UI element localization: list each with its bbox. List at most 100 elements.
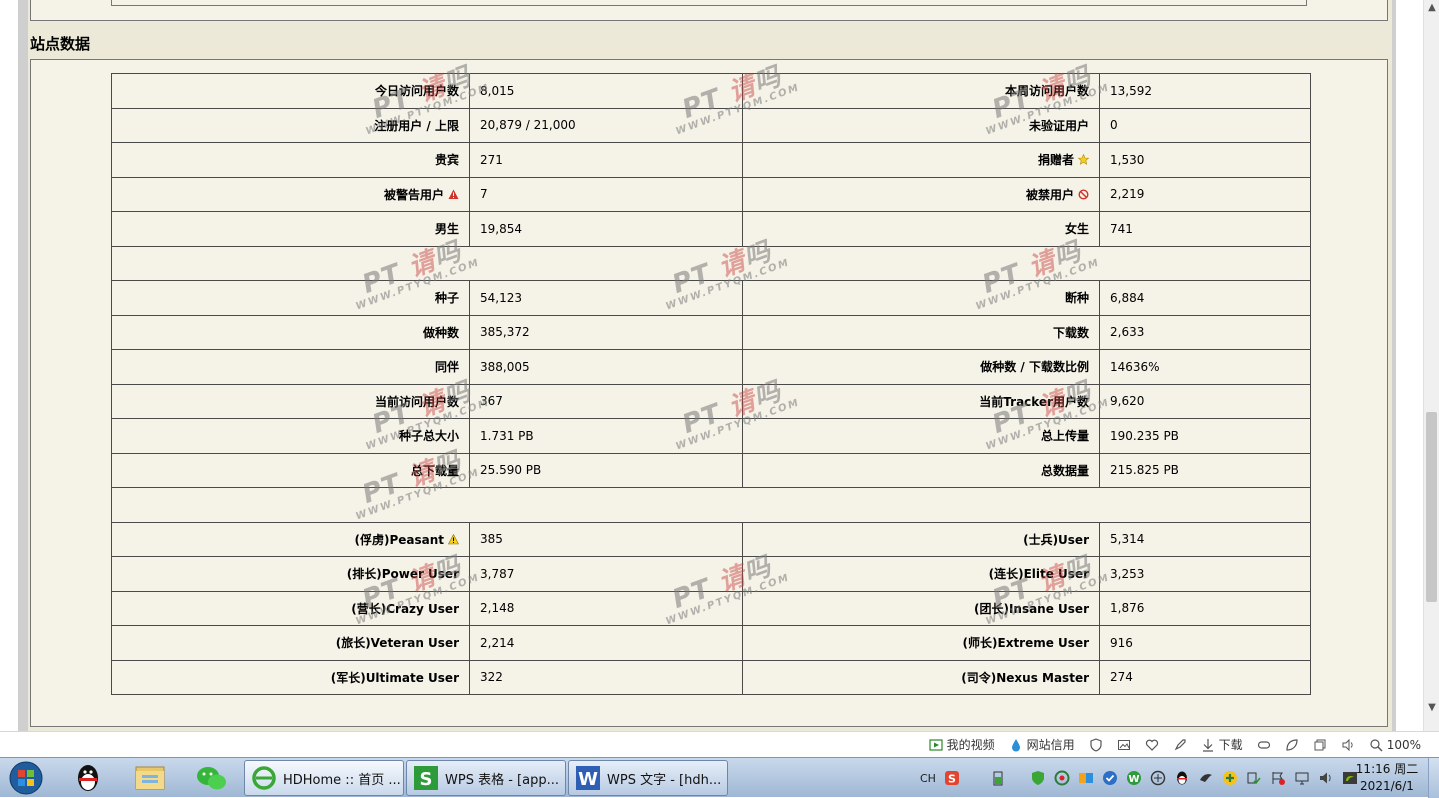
scroll-thumb[interactable] (1426, 412, 1437, 602)
stat-label-text: 种子总大小 (398, 429, 459, 444)
stat-value: 271 (469, 142, 743, 178)
zoom-icon (1370, 738, 1383, 751)
show-desktop-button[interactable] (1428, 758, 1439, 798)
stat-value-text: 271 (480, 152, 503, 167)
stat-label-text: 当前Tracker用户数 (979, 394, 1089, 409)
rocket-icon[interactable] (1173, 738, 1187, 752)
stat-label-text: 当前访问用户数 (374, 394, 459, 409)
bird-icon[interactable] (1198, 770, 1214, 786)
warning-yellow-icon (444, 533, 459, 547)
stat-value: 741 (1099, 211, 1311, 247)
stat-label-text: (司令)Nexus Master (961, 670, 1089, 685)
qq-icon[interactable] (66, 761, 110, 795)
clock-date: 2021/6/1 (1360, 779, 1414, 793)
stat-value-text: 19,854 (480, 221, 522, 236)
my-video-label: 我的视频 (946, 738, 995, 752)
task-wps-writer[interactable]: W WPS 文字 - [hdh... (568, 760, 728, 796)
checkmark-icon[interactable] (1102, 770, 1118, 786)
qq-tray-icon[interactable] (1174, 770, 1190, 786)
stat-label-text: (士兵)User (1023, 532, 1089, 547)
stats-spacer-row (111, 245, 1311, 281)
wps-cloud-icon[interactable]: W (1126, 770, 1142, 786)
image-icon[interactable] (1117, 738, 1131, 752)
stat-value: 385,372 (469, 314, 743, 350)
stats-row: 总下载量 25.590 PB 总数据量 215.825 PB (111, 452, 1311, 488)
stat-value: 25.590 PB (469, 452, 743, 488)
stats-row: 贵宾 271 捐赠者 1,530 (111, 142, 1311, 178)
shield-icon[interactable] (1089, 737, 1103, 752)
system-tray: CH S W (920, 764, 1358, 792)
zoom-control[interactable]: 100% (1369, 738, 1421, 752)
network-icon[interactable] (1150, 770, 1166, 786)
sogou-ime-icon[interactable]: S (944, 770, 960, 786)
scroll-up-icon[interactable]: ▲ (1424, 0, 1439, 16)
stat-value-text: 14636% (1110, 359, 1160, 374)
display-icon[interactable] (1294, 770, 1310, 786)
start-orb-icon[interactable] (6, 760, 46, 796)
stat-value-text: 2,148 (480, 601, 515, 616)
file-explorer-icon[interactable] (128, 761, 172, 795)
stat-label-text: 同伴 (434, 360, 459, 375)
heart-icon[interactable] (1145, 738, 1159, 752)
task-wps-spreadsheet[interactable]: S WPS 表格 - [app... (406, 760, 566, 796)
stat-value: 367 (469, 383, 743, 419)
download-icon (1202, 738, 1213, 752)
stat-label-text: (营长)Crazy User (351, 601, 459, 616)
stat-value-text: 7 (480, 187, 488, 202)
stat-value-text: 1.731 PB (480, 428, 534, 443)
stats-row: 男生 19,854 女生 741 (111, 211, 1311, 247)
game-icon[interactable] (1257, 738, 1271, 752)
leaf-icon[interactable] (1285, 738, 1299, 752)
stat-value-text: 741 (1110, 221, 1133, 236)
stat-value: 2,219 (1099, 176, 1311, 212)
stat-value: 916 (1099, 625, 1311, 661)
speaker-icon[interactable] (1318, 770, 1334, 786)
stats-row: 被警告用户 7 被禁用户 2,219 (111, 176, 1311, 212)
vertical-scrollbar[interactable]: ▲ ▼ (1423, 0, 1439, 731)
stat-label-text: 男生 (434, 222, 459, 237)
ime-indicator[interactable]: CH (920, 772, 936, 785)
stat-value: 54,123 (469, 280, 743, 316)
stat-label: 做种数 / 下载数比例 (742, 349, 1100, 385)
page-frame: 站点数据 今日访问用户数 8,015 本周访问用户数 13,592 注册用户 / 上限 2… (18, 0, 1396, 731)
stat-label-text: 贵宾 (434, 153, 459, 168)
battery-icon[interactable] (990, 770, 1006, 786)
my-video-button[interactable]: 我的视频 (929, 736, 995, 753)
window-icon[interactable] (1313, 738, 1327, 752)
stat-value: 1,876 (1099, 590, 1311, 626)
scroll-down-icon[interactable]: ▼ (1424, 700, 1439, 716)
stats-row: (军长)Ultimate User 322 (司令)Nexus Master 274 (111, 659, 1311, 695)
browser-statusbar: 我的视频 网站信用 下载 100% (0, 731, 1439, 757)
windows-taskbar: HDHome :: 首页 ... S WPS 表格 - [app... W WP… (0, 757, 1439, 798)
stat-label-text: (军长)Ultimate User (330, 670, 459, 685)
stat-label-text: (师长)Extreme User (962, 636, 1089, 651)
stat-label-text: 捐赠者 (1037, 153, 1074, 168)
stat-label-text: 下载数 (1052, 325, 1089, 340)
360-guard-icon[interactable] (1054, 770, 1070, 786)
stat-value: 1,530 (1099, 142, 1311, 178)
stat-label-text: 本周访问用户数 (1004, 84, 1089, 99)
flag-error-icon[interactable] (1270, 770, 1286, 786)
clock[interactable]: 11:16 周二 2021/6/1 (1352, 761, 1422, 795)
stat-value: 5,314 (1099, 521, 1311, 557)
volume-icon[interactable] (1341, 738, 1355, 752)
clock-time: 11:16 周二 (1355, 762, 1419, 776)
stats-row: (俘虏)Peasant 385 (士兵)User 5,314 (111, 521, 1311, 557)
plus-badge-icon[interactable] (1222, 770, 1238, 786)
zoom-level: 100% (1386, 737, 1421, 752)
download-button[interactable]: 下载 (1201, 736, 1243, 753)
stat-value: 19,854 (469, 211, 743, 247)
color-tiles-icon[interactable] (1078, 770, 1094, 786)
stat-value: 0 (1099, 107, 1311, 143)
task-browser[interactable]: HDHome :: 首页 ... (244, 760, 404, 796)
security-shield-icon[interactable] (1030, 770, 1046, 786)
stat-label: (连长)Elite User (742, 556, 1100, 592)
stat-value: 3,787 (469, 556, 743, 592)
svg-text:W: W (578, 769, 598, 790)
device-check-icon[interactable] (1246, 770, 1262, 786)
wechat-icon[interactable] (190, 761, 234, 795)
site-credit-button[interactable]: 网站信用 (1009, 736, 1075, 753)
wps-spreadsheet-icon: S (414, 766, 438, 790)
star-icon (1074, 153, 1089, 167)
spacer-cell (111, 245, 1311, 281)
